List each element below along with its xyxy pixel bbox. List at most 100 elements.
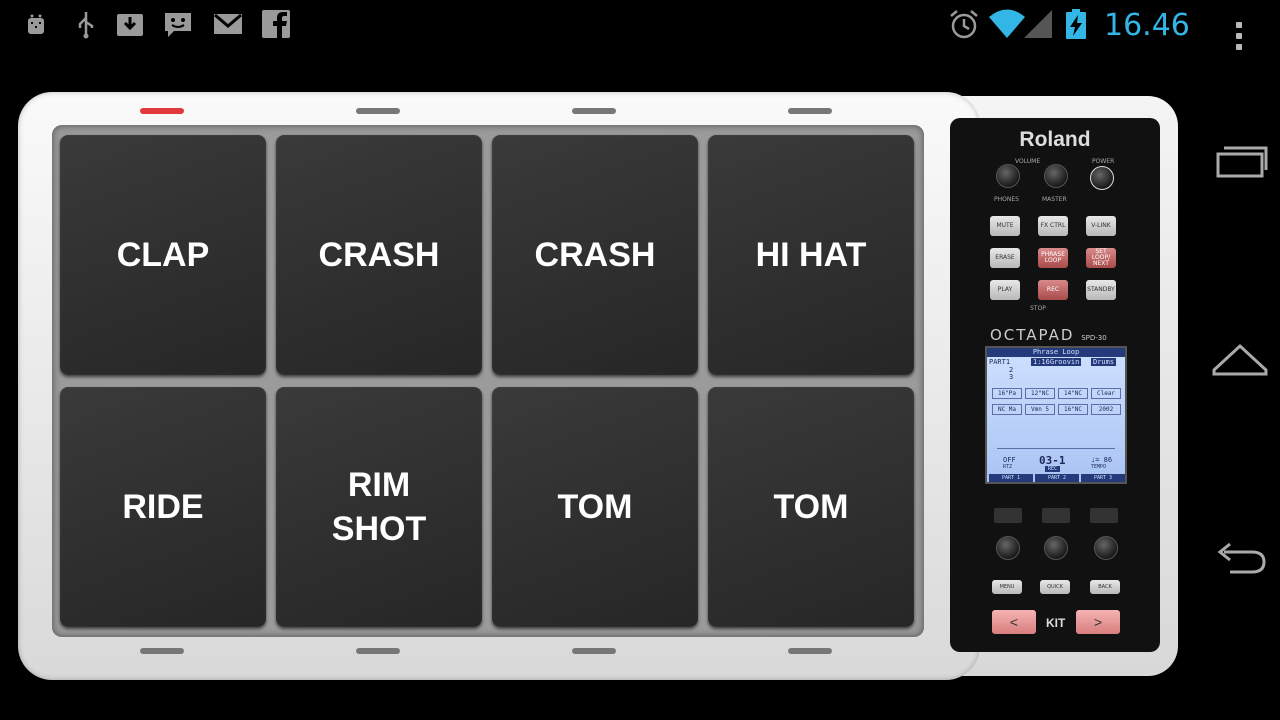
lcd-rtz: RTZ bbox=[1003, 464, 1013, 470]
kit-next-button[interactable]: > bbox=[1076, 610, 1120, 634]
power-switch[interactable] bbox=[1090, 166, 1114, 190]
pad-label: TOM bbox=[557, 487, 633, 526]
volume-label: VOLUME bbox=[1015, 158, 1041, 165]
pad-indicator-led bbox=[356, 648, 400, 654]
phrase-loop-button[interactable]: PHRASE LOOP bbox=[1038, 248, 1068, 268]
alarm-icon bbox=[950, 10, 978, 39]
model-label: OCTAPAD bbox=[990, 326, 1075, 344]
device-main-frame: CLAP CRASH CRASH HI HAT RIDE RIM SHOT TO… bbox=[18, 92, 980, 680]
part-1-button[interactable] bbox=[994, 508, 1022, 523]
part-3-button[interactable] bbox=[1090, 508, 1118, 523]
erase-button[interactable]: ERASE bbox=[990, 248, 1020, 268]
signal-icon bbox=[1024, 10, 1052, 38]
lcd-cell: Vmn 5 bbox=[1025, 404, 1055, 415]
lcd-cell: 14"NC bbox=[1058, 388, 1088, 399]
pad-label: RIDE bbox=[122, 487, 204, 526]
recent-apps-icon[interactable] bbox=[1208, 132, 1272, 192]
mute-button[interactable]: MUTE bbox=[990, 216, 1020, 236]
usb-icon bbox=[78, 12, 94, 39]
menu-button[interactable]: MENU bbox=[992, 580, 1022, 594]
pad-label: HI HAT bbox=[755, 235, 867, 274]
lcd-off: OFF bbox=[1003, 456, 1016, 464]
pad-crash-1[interactable]: CRASH bbox=[276, 135, 482, 375]
pad-indicator-led bbox=[788, 648, 832, 654]
pad-tom-1[interactable]: TOM bbox=[492, 387, 698, 627]
lcd-timeline bbox=[997, 448, 1115, 449]
pad-indicator-led bbox=[572, 108, 616, 114]
phones-volume-knob[interactable] bbox=[996, 164, 1020, 188]
lcd-rec: REC bbox=[1045, 466, 1061, 472]
lcd-cell: 16"NC bbox=[1058, 404, 1088, 415]
lcd-cell: 2002 bbox=[1091, 404, 1121, 415]
pad-label: CLAP bbox=[116, 235, 210, 274]
rec-button[interactable]: REC bbox=[1038, 280, 1068, 300]
status-bar: 16.46 bbox=[0, 0, 1242, 52]
lcd-part-row: 3 bbox=[1009, 373, 1014, 381]
pad-label: CRASH bbox=[318, 235, 440, 274]
pad-rim-shot[interactable]: RIM SHOT bbox=[276, 387, 482, 627]
pad-label: RIM SHOT bbox=[331, 465, 427, 548]
lcd-part-tab: PART 3 bbox=[1081, 474, 1125, 482]
lcd-header-cell: 1:16Groovin bbox=[1031, 358, 1082, 366]
pad-crash-2[interactable]: CRASH bbox=[492, 135, 698, 375]
power-label: POWER bbox=[1092, 158, 1115, 165]
battery-charging-icon bbox=[1066, 9, 1086, 39]
part-2-button[interactable] bbox=[1042, 508, 1070, 523]
lcd-tempo-label: TEMPO bbox=[1091, 464, 1107, 470]
play-button[interactable]: PLAY bbox=[990, 280, 1020, 300]
standby-button[interactable]: STANDBY bbox=[1086, 280, 1116, 300]
pad-tom-2[interactable]: TOM bbox=[708, 387, 914, 627]
pad-indicator-led bbox=[788, 108, 832, 114]
home-icon[interactable] bbox=[1208, 332, 1272, 392]
pad-label: CRASH bbox=[534, 235, 656, 274]
back-button[interactable]: BACK bbox=[1090, 580, 1120, 594]
android-debug-icon bbox=[28, 14, 44, 34]
master-label: MASTER bbox=[1042, 196, 1067, 203]
chat-icon bbox=[165, 13, 191, 37]
quick-button[interactable]: QUICK bbox=[1040, 580, 1070, 594]
kit-label: KIT bbox=[1046, 616, 1066, 630]
brand-logo: Roland bbox=[1019, 128, 1091, 151]
gmail-icon bbox=[214, 13, 242, 34]
lcd-cell: NC Ma bbox=[992, 404, 1022, 415]
lcd-title: Phrase Loop bbox=[987, 348, 1125, 357]
lcd-part-label: PART1 bbox=[989, 358, 1011, 366]
lcd-part-tab: PART 2 bbox=[1035, 474, 1079, 482]
fx-ctrl-button[interactable]: FX CTRL bbox=[1038, 216, 1068, 236]
octapad-device: CLAP CRASH CRASH HI HAT RIDE RIM SHOT TO… bbox=[18, 92, 1178, 680]
model-name: OCTAPAD SPD-30 bbox=[990, 326, 1107, 344]
facebook-icon bbox=[262, 10, 290, 38]
lcd-cell: Clear bbox=[1091, 388, 1121, 399]
kit-prev-button[interactable]: < bbox=[992, 610, 1036, 634]
pad-label: TOM bbox=[773, 487, 849, 526]
part-3-knob[interactable] bbox=[1094, 536, 1118, 560]
part-2-knob[interactable] bbox=[1044, 536, 1068, 560]
wifi-icon bbox=[989, 9, 1025, 38]
set-loop-next-button[interactable]: SET LOOP/ NEXT bbox=[1086, 248, 1116, 268]
control-panel: Roland VOLUME POWER PHONES MASTER MUTE F… bbox=[950, 118, 1160, 652]
pad-hi-hat[interactable]: HI HAT bbox=[708, 135, 914, 375]
master-volume-knob[interactable] bbox=[1044, 164, 1068, 188]
back-icon[interactable] bbox=[1208, 530, 1272, 590]
pad-indicator-led bbox=[140, 108, 184, 114]
lcd-part-tab: PART 1 bbox=[989, 474, 1033, 482]
navigation-bar bbox=[1200, 52, 1280, 720]
stop-label: STOP bbox=[1030, 305, 1046, 312]
part-1-knob[interactable] bbox=[996, 536, 1020, 560]
pad-indicator-led bbox=[356, 108, 400, 114]
pad-clap[interactable]: CLAP bbox=[60, 135, 266, 375]
status-time: 16.46 bbox=[1104, 8, 1190, 43]
pad-indicator-led bbox=[572, 648, 616, 654]
phones-label: PHONES bbox=[994, 196, 1019, 203]
lcd-cell: 16"Pa bbox=[992, 388, 1022, 399]
pad-grid: CLAP CRASH CRASH HI HAT RIDE RIM SHOT TO… bbox=[52, 125, 924, 637]
pad-indicator-led bbox=[140, 648, 184, 654]
lcd-cell: 12"NC bbox=[1025, 388, 1055, 399]
pad-ride[interactable]: RIDE bbox=[60, 387, 266, 627]
model-sub-label: SPD-30 bbox=[1081, 334, 1107, 342]
download-icon bbox=[117, 14, 143, 36]
lcd-header-cell: Drums bbox=[1091, 358, 1117, 366]
v-link-button[interactable]: V-LINK bbox=[1086, 216, 1116, 236]
lcd-display: Phrase Loop PART1 2 3 1:16Groovin Drums … bbox=[985, 346, 1127, 484]
lcd-tempo-value: ♩= 86 bbox=[1091, 456, 1113, 464]
